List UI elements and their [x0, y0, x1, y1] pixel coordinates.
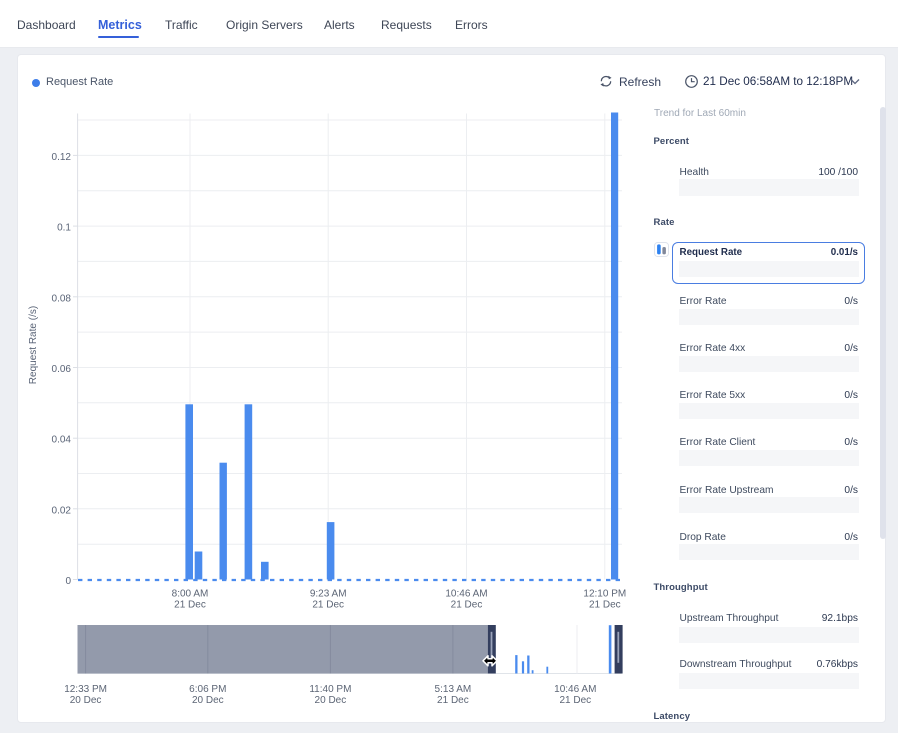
svg-text:0.06: 0.06	[52, 364, 72, 375]
svg-text:Request Rate (/s): Request Rate (/s)	[28, 306, 39, 384]
svg-text:12:33 PM: 12:33 PM	[64, 684, 107, 695]
svg-text:0.04: 0.04	[52, 435, 72, 446]
svg-text:6:06 PM: 6:06 PM	[189, 684, 226, 695]
svg-text:12:10 PM: 12:10 PM	[583, 589, 626, 600]
svg-text:10:46 AM: 10:46 AM	[554, 684, 596, 695]
svg-text:0: 0	[65, 576, 71, 587]
svg-text:20 Dec: 20 Dec	[192, 695, 224, 706]
svg-text:0.12: 0.12	[52, 152, 72, 163]
svg-text:21 Dec: 21 Dec	[451, 600, 483, 611]
svg-text:0.02: 0.02	[52, 505, 72, 516]
svg-text:0.08: 0.08	[52, 293, 72, 304]
svg-text:21 Dec: 21 Dec	[589, 600, 621, 611]
svg-text:11:40 PM: 11:40 PM	[309, 684, 351, 695]
svg-text:8:00 AM: 8:00 AM	[172, 589, 209, 600]
svg-text:21 Dec: 21 Dec	[559, 695, 591, 706]
svg-text:10:46 AM: 10:46 AM	[445, 589, 487, 600]
svg-text:9:23 AM: 9:23 AM	[310, 589, 347, 600]
svg-text:0.1: 0.1	[57, 223, 71, 234]
svg-text:21 Dec: 21 Dec	[312, 600, 344, 611]
svg-text:20 Dec: 20 Dec	[315, 695, 347, 706]
svg-text:21 Dec: 21 Dec	[437, 695, 469, 706]
svg-text:21 Dec: 21 Dec	[174, 600, 206, 611]
svg-text:5:13 AM: 5:13 AM	[435, 684, 472, 695]
svg-text:20 Dec: 20 Dec	[70, 695, 102, 706]
